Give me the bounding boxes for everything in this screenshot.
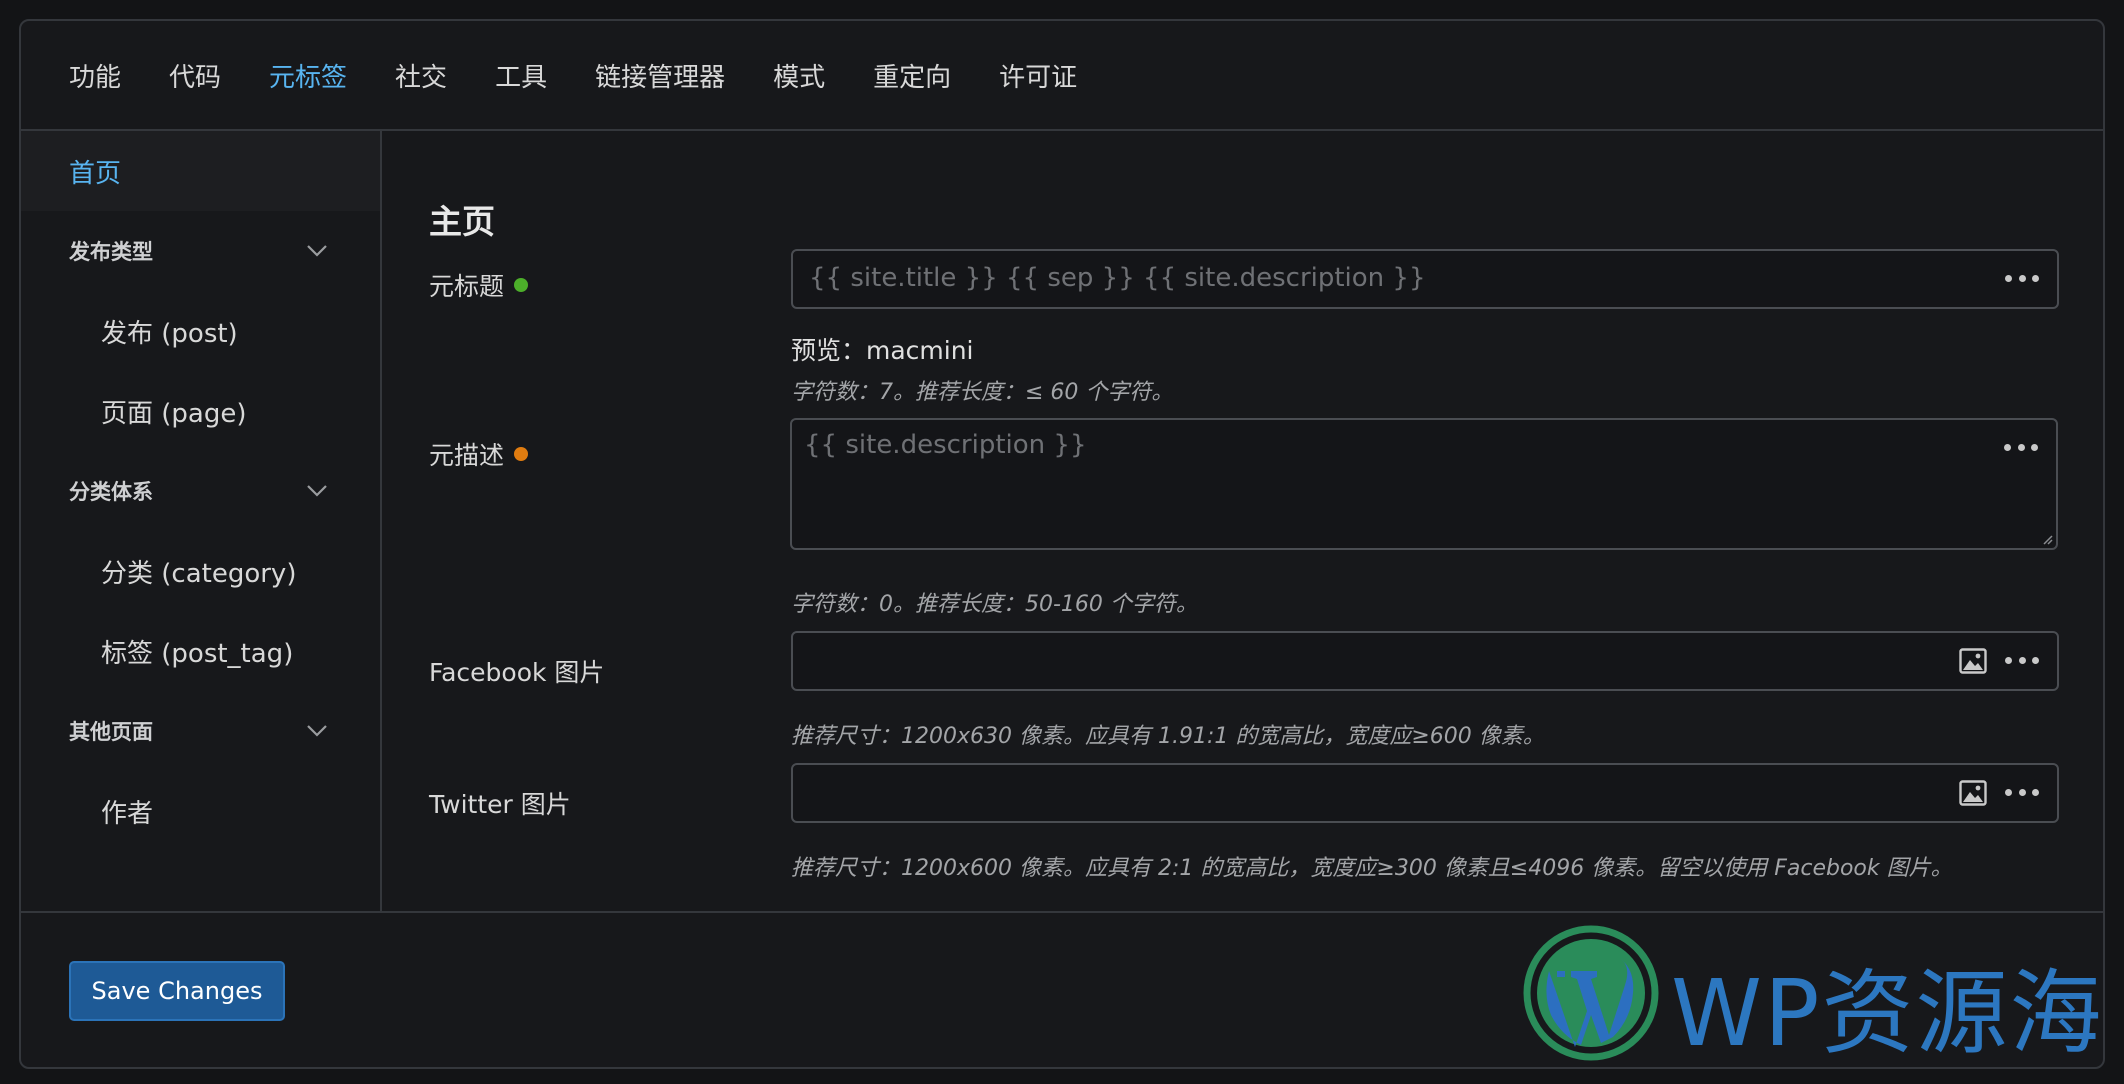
- status-dot-green: [514, 278, 529, 292]
- wordpress-logo-icon: [1523, 925, 1659, 1061]
- meta-description-label: 元描述: [429, 436, 529, 472]
- chevron-down-icon: [307, 725, 327, 737]
- sidebar-group-taxonomies[interactable]: 分类体系: [21, 451, 380, 531]
- sidebar-group-label: 分类体系: [69, 480, 153, 504]
- sidebar-item-author[interactable]: 作者: [21, 771, 380, 851]
- tab-code[interactable]: 代码: [169, 57, 221, 94]
- sidebar-group-post-types[interactable]: 发布类型: [21, 211, 380, 291]
- meta-description-hint: 字符数：0。推荐长度：50-160 个字符。: [791, 592, 1198, 617]
- facebook-image-input[interactable]: [791, 631, 2059, 691]
- facebook-image-hint: 推荐尺寸：1200x630 像素。应具有 1.91:1 的宽高比，宽度应≥600…: [791, 724, 1545, 749]
- more-options-icon[interactable]: [2005, 275, 2039, 283]
- field-label-text: 元标题: [429, 272, 505, 301]
- status-dot-orange: [514, 447, 529, 461]
- meta-title-placeholder: {{ site.title }} {{ sep }} {{ site.descr…: [809, 263, 1426, 293]
- settings-panel: 功能 代码 元标签 社交 工具 链接管理器 模式 重定向 许可证 首页 发布类型…: [19, 19, 2105, 1069]
- tab-redirects[interactable]: 重定向: [873, 57, 951, 94]
- meta-title-hint: 字符数：7。推荐长度：≤ 60 个字符。: [791, 380, 1174, 405]
- sidebar-group-label: 其他页面: [69, 720, 153, 744]
- tab-link-manager[interactable]: 链接管理器: [595, 57, 725, 94]
- more-options-icon[interactable]: [2004, 444, 2038, 452]
- watermark: WP资源海: [1501, 923, 2101, 1067]
- sidebar-item-post[interactable]: 发布 (post): [21, 291, 380, 371]
- sidebar-item-post-tag[interactable]: 标签 (post_tag): [21, 611, 380, 691]
- field-label-text: Twitter 图片: [429, 790, 571, 819]
- footer: Save Changes WP资源海: [21, 911, 2103, 1067]
- meta-title-input[interactable]: {{ site.title }} {{ sep }} {{ site.descr…: [791, 249, 2059, 309]
- resize-handle-icon[interactable]: [2041, 533, 2053, 545]
- meta-title-preview: 预览：macmini: [791, 336, 974, 365]
- tab-meta-tags[interactable]: 元标签: [269, 57, 347, 94]
- sidebar-group-other-pages[interactable]: 其他页面: [21, 691, 380, 771]
- sidebar-item-page[interactable]: 页面 (page): [21, 371, 380, 451]
- image-icon[interactable]: [1959, 780, 1987, 806]
- sidebar-item-category[interactable]: 分类 (category): [21, 531, 380, 611]
- facebook-image-label: Facebook 图片: [429, 653, 604, 689]
- more-options-icon[interactable]: [2005, 657, 2039, 665]
- watermark-text: WP资源海: [1671, 960, 2104, 1067]
- twitter-image-input[interactable]: [791, 763, 2059, 823]
- tab-tools[interactable]: 工具: [495, 57, 547, 94]
- main-content: 主页 元标题 {{ site.title }} {{ sep }} {{ sit…: [382, 131, 2103, 911]
- sidebar-item-home[interactable]: 首页: [21, 131, 380, 211]
- save-changes-button[interactable]: Save Changes: [69, 961, 285, 1021]
- tab-social[interactable]: 社交: [395, 57, 447, 94]
- sidebar: 首页 发布类型 发布 (post) 页面 (page) 分类体系 分类 (cat…: [21, 131, 382, 911]
- chevron-down-icon: [307, 245, 327, 257]
- meta-description-textarea[interactable]: {{ site.description }}: [790, 418, 2058, 550]
- meta-title-label: 元标题: [429, 267, 529, 303]
- sidebar-group-label: 发布类型: [69, 240, 153, 264]
- tab-license[interactable]: 许可证: [999, 57, 1077, 94]
- page-title: 主页: [429, 202, 495, 241]
- meta-description-placeholder: {{ site.description }}: [804, 430, 1087, 460]
- field-label-text: Facebook 图片: [429, 658, 605, 687]
- tab-features[interactable]: 功能: [69, 57, 121, 94]
- twitter-image-hint: 推荐尺寸：1200x600 像素。应具有 2:1 的宽高比，宽度应≥300 像素…: [791, 856, 1953, 881]
- top-tab-bar: 功能 代码 元标签 社交 工具 链接管理器 模式 重定向 许可证: [21, 21, 2103, 131]
- more-options-icon[interactable]: [2005, 789, 2039, 797]
- chevron-down-icon: [307, 485, 327, 497]
- twitter-image-label: Twitter 图片: [429, 785, 571, 821]
- tab-schema[interactable]: 模式: [773, 57, 825, 94]
- image-icon[interactable]: [1959, 648, 1987, 674]
- field-label-text: 元描述: [429, 441, 505, 470]
